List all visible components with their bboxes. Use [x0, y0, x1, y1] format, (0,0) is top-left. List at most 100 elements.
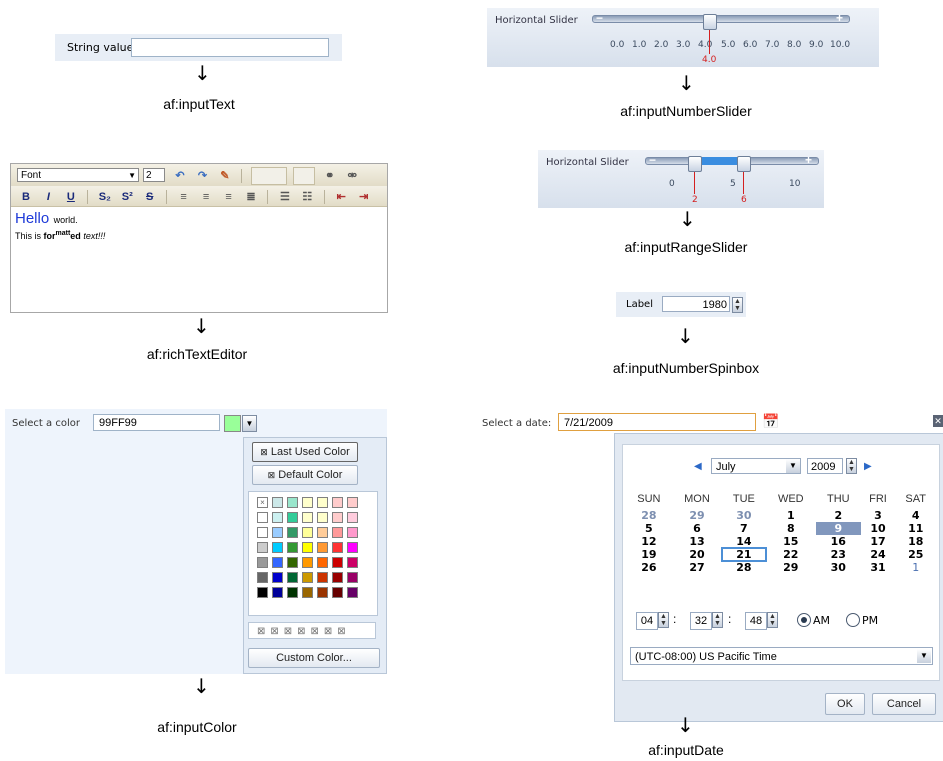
- day-cell[interactable]: 29: [766, 561, 817, 574]
- undo-icon[interactable]: ↶: [172, 168, 188, 184]
- custom-color-button[interactable]: Custom Color...: [248, 648, 380, 668]
- slider-plus-icon[interactable]: +: [836, 11, 843, 25]
- day-cell[interactable]: 16: [816, 535, 861, 548]
- spinbox-up-down-button[interactable]: ▲ ▼: [732, 297, 743, 313]
- day-cell[interactable]: 26: [626, 561, 672, 574]
- color-swatch-cell[interactable]: [302, 572, 313, 583]
- color-swatch-cell[interactable]: [287, 527, 298, 538]
- outdent-icon[interactable]: ⇤: [333, 189, 349, 205]
- ok-button[interactable]: OK: [825, 693, 865, 715]
- day-cell[interactable]: 14: [722, 535, 765, 548]
- pm-radio[interactable]: [846, 613, 860, 627]
- color-swatch-cell[interactable]: [347, 497, 358, 508]
- minute-input[interactable]: 32: [690, 612, 712, 630]
- number-slider-track[interactable]: [592, 15, 850, 23]
- indent-icon[interactable]: ⇥: [356, 189, 372, 205]
- color-swatch-cell[interactable]: [332, 512, 343, 523]
- color-swatch-cell[interactable]: [317, 527, 328, 538]
- color-swatch-cell[interactable]: [257, 527, 268, 538]
- day-cell[interactable]: 28: [722, 561, 765, 574]
- day-cell[interactable]: 31: [861, 561, 896, 574]
- superscript-icon[interactable]: S²: [119, 189, 135, 205]
- color-swatch-cell[interactable]: [317, 512, 328, 523]
- number-slider-thumb[interactable]: [703, 14, 717, 30]
- day-cell[interactable]: 25: [895, 548, 936, 561]
- color-swatch-cell[interactable]: [332, 572, 343, 583]
- color-swatch-cell[interactable]: [272, 527, 283, 538]
- align-center-icon[interactable]: ≡: [198, 189, 214, 205]
- day-cell[interactable]: 22: [766, 548, 817, 561]
- color-swatch-cell[interactable]: [332, 542, 343, 553]
- next-month-icon[interactable]: ▶: [864, 461, 872, 472]
- day-cell[interactable]: 19: [626, 548, 672, 561]
- bold-icon[interactable]: B: [18, 189, 34, 205]
- unlink-icon[interactable]: ⚮: [344, 168, 360, 184]
- color-swatch-cell[interactable]: [287, 512, 298, 523]
- color-swatch-cell[interactable]: [332, 527, 343, 538]
- color-swatch-cell[interactable]: [302, 542, 313, 553]
- background-color-icon[interactable]: [293, 167, 316, 185]
- day-cell[interactable]: 11: [895, 522, 936, 535]
- day-cell[interactable]: 20: [672, 548, 723, 561]
- slider-minus-icon[interactable]: −: [596, 11, 603, 25]
- cancel-button[interactable]: Cancel: [872, 693, 936, 715]
- color-swatch-cell[interactable]: [257, 572, 268, 583]
- align-left-icon[interactable]: ≡: [176, 189, 192, 205]
- hour-spin-button[interactable]: ▲ ▼: [658, 612, 669, 628]
- day-cell[interactable]: 30: [816, 561, 861, 574]
- numbered-list-icon[interactable]: ☷: [299, 189, 315, 205]
- color-swatch-cell[interactable]: [332, 497, 343, 508]
- day-cell[interactable]: 24: [861, 548, 896, 561]
- color-swatch-cell[interactable]: ×: [257, 497, 268, 508]
- justify-icon[interactable]: ≣: [243, 189, 259, 205]
- day-cell[interactable]: 23: [816, 548, 861, 561]
- color-swatch-cell[interactable]: [272, 587, 283, 598]
- range-slider-low-thumb[interactable]: [688, 156, 702, 172]
- color-swatch-cell[interactable]: [257, 542, 268, 553]
- italic-icon[interactable]: I: [40, 189, 56, 205]
- day-cell[interactable]: 8: [766, 522, 817, 535]
- day-cell[interactable]: 13: [672, 535, 723, 548]
- color-swatch-cell[interactable]: [272, 497, 283, 508]
- color-swatch-cell[interactable]: [347, 587, 358, 598]
- color-swatch-cell[interactable]: [347, 512, 358, 523]
- hour-input[interactable]: 04: [636, 612, 658, 630]
- slider-plus-icon[interactable]: +: [805, 153, 812, 167]
- color-swatch-cell[interactable]: [317, 587, 328, 598]
- color-swatch-cell[interactable]: [347, 572, 358, 583]
- calendar-icon[interactable]: 📅: [762, 413, 779, 429]
- color-swatch-cell[interactable]: [317, 572, 328, 583]
- minute-spin-button[interactable]: ▲ ▼: [712, 612, 723, 628]
- day-cell[interactable]: 7: [722, 522, 765, 535]
- day-cell[interactable]: 18: [895, 535, 936, 548]
- color-swatch-cell[interactable]: [317, 497, 328, 508]
- color-dropdown-button[interactable]: ▼: [242, 415, 257, 432]
- redo-icon[interactable]: ↷: [194, 168, 210, 184]
- color-swatch-cell[interactable]: [302, 587, 313, 598]
- color-swatch-cell[interactable]: [347, 557, 358, 568]
- close-icon[interactable]: ✕: [933, 415, 943, 427]
- day-cell[interactable]: 15: [766, 535, 817, 548]
- subscript-icon[interactable]: S₂: [97, 189, 113, 205]
- day-cell[interactable]: 1: [766, 509, 817, 522]
- color-swatch-cell[interactable]: [347, 542, 358, 553]
- font-select[interactable]: Font ▼: [17, 168, 139, 182]
- day-cell[interactable]: 3: [861, 509, 896, 522]
- color-swatch-cell[interactable]: [332, 557, 343, 568]
- link-icon[interactable]: ⚭: [322, 168, 338, 184]
- color-swatch-cell[interactable]: [272, 557, 283, 568]
- color-swatch-cell[interactable]: [257, 512, 268, 523]
- color-swatch-cell[interactable]: [272, 542, 283, 553]
- color-swatch-cell[interactable]: [302, 557, 313, 568]
- day-cell-selected[interactable]: 21: [721, 547, 767, 562]
- day-cell[interactable]: 12: [626, 535, 672, 548]
- date-input[interactable]: 7/21/2009: [558, 413, 756, 431]
- day-cell-today[interactable]: 9: [816, 522, 861, 535]
- color-swatch-cell[interactable]: [302, 497, 313, 508]
- color-swatch-cell[interactable]: [317, 542, 328, 553]
- color-swatch-cell[interactable]: [272, 572, 283, 583]
- month-select[interactable]: July ▼: [711, 458, 801, 474]
- day-cell[interactable]: 27: [672, 561, 723, 574]
- rte-content[interactable]: Hello world. This is formatted text!!!: [15, 210, 381, 241]
- day-cell[interactable]: 10: [861, 522, 896, 535]
